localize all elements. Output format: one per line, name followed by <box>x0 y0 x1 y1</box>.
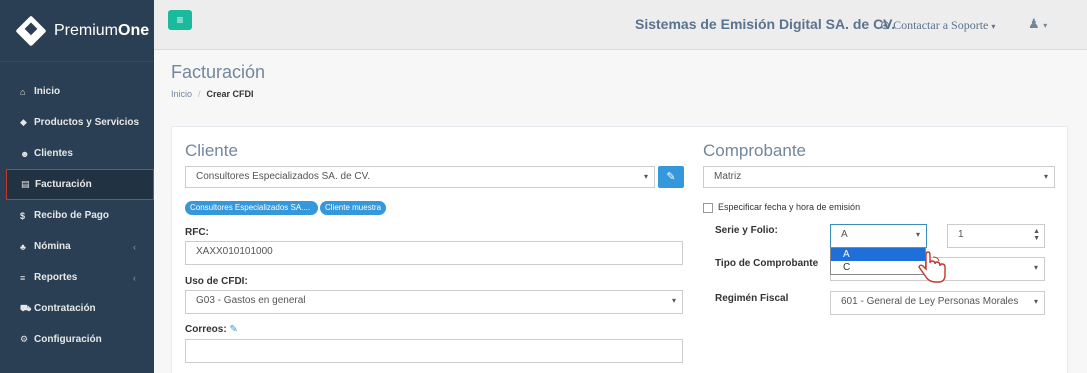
folio-stepper[interactable]: 1 ▲ ▼ <box>947 224 1045 248</box>
cogs-icon: ⚙ <box>20 334 29 344</box>
brand-logo[interactable]: PremiumOne <box>0 0 154 62</box>
company-name: Sistemas de Emisión Digital SA. de CV. <box>635 16 896 32</box>
sidebar-item-reportes[interactable]: ≡ Reportes ‹ <box>0 262 154 293</box>
chevron-left-icon: ‹ <box>133 272 136 283</box>
rfc-value: XAXX010101000 <box>196 246 273 257</box>
user-icon: ♟ <box>1028 16 1040 31</box>
brand-name: PremiumOne <box>54 21 150 39</box>
chevron-down-icon: ▾ <box>671 296 676 305</box>
chevron-down-icon: ▾ <box>1043 21 1048 30</box>
sidebar-item-label: Inicio <box>34 86 61 97</box>
serie-value: A <box>841 229 848 240</box>
rfc-input[interactable]: XAXX010101000 <box>185 241 683 265</box>
regimen-fiscal-select[interactable]: 601 - General de Ley Personas Morales ▾ <box>830 291 1045 315</box>
lifebuoy-icon: ⊕ <box>880 18 891 32</box>
correos-label: Correos: ✎ <box>185 324 238 335</box>
sidebar-item-facturacion[interactable]: ▤ Facturación <box>6 169 154 200</box>
cfdi-form-panel: Cliente Consultores Especializados SA. d… <box>171 126 1068 373</box>
breadcrumb-current: Crear CFDI <box>206 89 254 99</box>
serie-option[interactable]: C <box>831 261 925 274</box>
folio-value: 1 <box>958 229 964 240</box>
chevron-down-icon: ▾ <box>1043 172 1048 181</box>
chevron-down-icon: ▾ <box>991 22 996 31</box>
logo-icon <box>15 14 47 47</box>
pencil-icon: ✎ <box>666 171 676 183</box>
cliente-select[interactable]: Consultores Especializados SA. de CV. ▾ <box>185 166 655 188</box>
breadcrumb-separator: / <box>198 89 201 99</box>
uso-cfdi-select[interactable]: G03 - Gastos en general ▾ <box>185 290 683 314</box>
tipo-comprobante-label: Tipo de Comprobante <box>715 258 819 269</box>
page-header: Facturación Inicio / Crear CFDI <box>154 50 1087 114</box>
sidebar-item-inicio[interactable]: ⌂ Inicio <box>0 76 154 107</box>
correos-input[interactable] <box>185 339 683 363</box>
support-menu[interactable]: ⊕ Contactar a Soporte ▾ <box>880 18 995 33</box>
stepper-arrows[interactable]: ▲ ▼ <box>1033 228 1040 242</box>
chevron-down-icon: ▾ <box>1033 263 1038 272</box>
fecha-emision-label: Especificar fecha y hora de emisión <box>718 202 861 212</box>
sidebar-item-nomina[interactable]: ♣ Nómina ‹ <box>0 231 154 262</box>
comprobante-section-title: Comprobante <box>703 141 807 160</box>
breadcrumb-home[interactable]: Inicio <box>171 89 192 99</box>
file-icon: ▤ <box>21 179 30 189</box>
sidebar-item-contratacion[interactable]: ⛟ Contratación <box>0 293 154 324</box>
spin-down-icon[interactable]: ▼ <box>1033 235 1040 242</box>
sidebar-item-label: Configuración <box>34 334 102 345</box>
dollar-icon: $ <box>20 210 26 221</box>
cliente-section-title: Cliente <box>185 141 238 160</box>
user-menu[interactable]: ♟ ▾ <box>1028 16 1047 32</box>
serie-option[interactable]: A <box>831 248 925 261</box>
sidebar-item-label: Productos y Servicios <box>34 117 140 128</box>
sidebar-item-clientes[interactable]: ☻ Clientes <box>0 138 154 169</box>
sidebar-item-label: Clientes <box>34 148 73 159</box>
cliente-tag[interactable]: Consultores Especializados SA.... <box>185 201 318 215</box>
cliente-tag[interactable]: Cliente muestra <box>320 201 387 215</box>
sidebar-item-label: Recibo de Pago <box>34 210 110 221</box>
sidebar-item-label: Facturación <box>35 179 92 190</box>
sidebar-item-configuracion[interactable]: ⚙ Configuración <box>0 324 154 355</box>
sucursal-value: Matriz <box>714 171 742 182</box>
serie-select[interactable]: A ▾ <box>830 224 927 248</box>
spin-up-icon[interactable]: ▲ <box>1033 228 1040 235</box>
cart-icon: ⛟ <box>20 302 32 313</box>
cliente-select-value: Consultores Especializados SA. de CV. <box>196 171 371 182</box>
chevron-down-icon: ▾ <box>1033 297 1038 306</box>
users-icon: ☻ <box>20 148 30 159</box>
chevron-down-icon: ▾ <box>915 230 920 239</box>
regimen-fiscal-label: Regimén Fiscal <box>715 293 789 304</box>
serie-folio-label: Serie y Folio: <box>715 225 778 236</box>
support-label: Contactar a Soporte <box>893 18 989 32</box>
serie-dropdown-list: A C <box>830 247 926 275</box>
fecha-emision-checkbox[interactable] <box>703 203 713 213</box>
rfc-label: RFC: <box>185 227 209 238</box>
home-icon: ⌂ <box>20 86 26 97</box>
pencil-icon[interactable]: ✎ <box>229 324 237 335</box>
uso-cfdi-label: Uso de CFDI: <box>185 276 248 287</box>
breadcrumb: Inicio / Crear CFDI <box>171 89 254 99</box>
sitemap-icon: ♣ <box>20 241 26 252</box>
edit-cliente-button[interactable]: ✎ <box>658 166 684 188</box>
uso-cfdi-value: G03 - Gastos en general <box>196 295 306 306</box>
regimen-fiscal-value: 601 - General de Ley Personas Morales <box>841 296 1019 307</box>
sidebar-item-label: Contratación <box>34 303 96 314</box>
sidebar-item-productos[interactable]: ◆ Productos y Servicios <box>0 107 154 138</box>
sidebar-item-label: Nómina <box>34 241 71 252</box>
page-title: Facturación <box>171 62 266 82</box>
sidebar-item-label: Reportes <box>34 272 78 283</box>
list-icon: ≡ <box>20 272 26 283</box>
chevron-left-icon: ‹ <box>133 241 136 252</box>
sidebar: PremiumOne ⌂ Inicio ◆ Productos y Servicio… <box>0 0 154 373</box>
tag-icon: ◆ <box>20 117 27 127</box>
hand-pointer-icon <box>918 251 946 283</box>
menu-toggle-button[interactable]: ≡ <box>168 10 192 30</box>
top-navbar: ≡ Sistemas de Emisión Digital SA. de CV.… <box>154 0 1087 50</box>
sidebar-nav: ⌂ Inicio ◆ Productos y Servicios ☻ Clientes… <box>0 62 154 355</box>
sucursal-select[interactable]: Matriz ▾ <box>703 166 1055 188</box>
main-content: Cliente Consultores Especializados SA. d… <box>154 114 1087 373</box>
sidebar-item-recibo-pago[interactable]: $ Recibo de Pago <box>0 200 154 231</box>
chevron-down-icon: ▾ <box>643 172 648 181</box>
